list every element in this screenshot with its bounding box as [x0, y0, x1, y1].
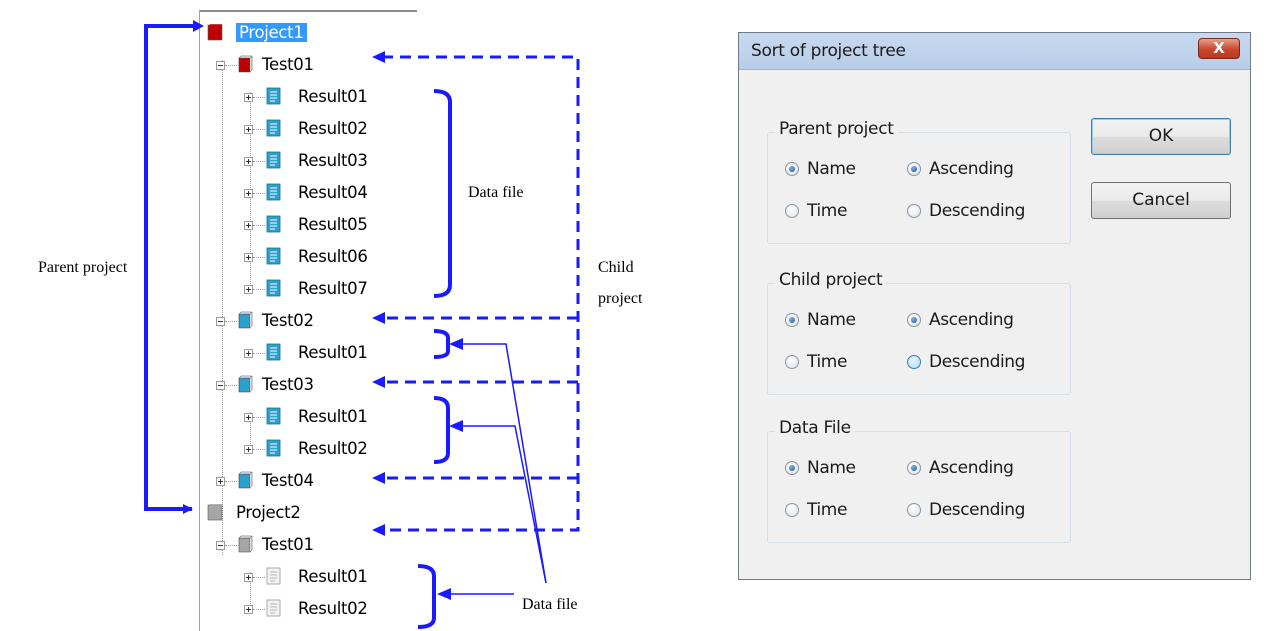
- child-project-annotation-line2: project: [598, 290, 643, 307]
- child-project-dashed-lines: [382, 55, 580, 532]
- radio-label: Time: [807, 500, 848, 520]
- radio-button-icon[interactable]: [907, 461, 921, 475]
- sort-group: [767, 431, 1071, 543]
- data-file-pointer-lines: [443, 343, 547, 595]
- ok-button[interactable]: OK: [1091, 118, 1231, 155]
- radio-descending[interactable]: Descending: [907, 201, 1025, 221]
- radio-label: Name: [807, 458, 856, 478]
- radio-button-icon[interactable]: [785, 204, 799, 218]
- radio-button-icon[interactable]: [907, 355, 921, 369]
- radio-time[interactable]: Time: [785, 201, 847, 221]
- child-project-arrowheads: [372, 51, 385, 536]
- radio-name[interactable]: Name: [785, 310, 856, 330]
- radio-ascending[interactable]: Ascending: [907, 310, 1014, 330]
- dialog-titlebar[interactable]: Sort of project tree X: [739, 33, 1250, 70]
- radio-label: Ascending: [929, 159, 1014, 179]
- parent-project-annotation: Parent project: [38, 259, 128, 276]
- radio-name[interactable]: Name: [785, 159, 856, 179]
- radio-label: Descending: [929, 352, 1026, 372]
- sort-group: [767, 132, 1071, 244]
- data-file-brackets: [417, 89, 452, 629]
- radio-button-icon[interactable]: [785, 162, 799, 176]
- dialog-title: Sort of project tree: [751, 41, 906, 61]
- radio-name[interactable]: Name: [785, 458, 856, 478]
- radio-button-icon[interactable]: [785, 355, 799, 369]
- radio-descending[interactable]: Descending: [907, 352, 1025, 372]
- radio-label: Time: [807, 352, 848, 372]
- radio-label: Time: [807, 201, 848, 221]
- radio-button-icon[interactable]: [907, 313, 921, 327]
- parent-project-bracket: [144, 24, 196, 514]
- radio-descending[interactable]: Descending: [907, 500, 1025, 520]
- data-file-annotation-top: Data file: [468, 184, 524, 201]
- radio-label: Ascending: [929, 310, 1014, 330]
- radio-label: Name: [807, 159, 856, 179]
- sort-group-title: Parent project: [775, 119, 898, 139]
- radio-button-icon[interactable]: [785, 461, 799, 475]
- radio-ascending[interactable]: Ascending: [907, 159, 1014, 179]
- radio-label: Descending: [929, 500, 1026, 520]
- close-icon: X: [1213, 39, 1225, 57]
- close-button[interactable]: X: [1198, 38, 1240, 59]
- data-file-pointer-heads: [437, 338, 463, 600]
- radio-label: Ascending: [929, 458, 1014, 478]
- radio-button-icon[interactable]: [907, 204, 921, 218]
- radio-time[interactable]: Time: [785, 500, 847, 520]
- radio-button-icon[interactable]: [907, 162, 921, 176]
- radio-button-icon[interactable]: [785, 503, 799, 517]
- cancel-button[interactable]: Cancel: [1091, 182, 1231, 219]
- radio-ascending[interactable]: Ascending: [907, 458, 1014, 478]
- radio-time[interactable]: Time: [785, 352, 847, 372]
- sort-dialog: Sort of project tree X OK Cancel Parent …: [738, 32, 1251, 580]
- sort-group: [767, 283, 1071, 395]
- radio-button-icon[interactable]: [785, 313, 799, 327]
- data-file-annotation-bottom: Data file: [522, 596, 578, 613]
- radio-label: Name: [807, 310, 856, 330]
- parent-project-top-arrowhead: [193, 20, 204, 32]
- radio-label: Descending: [929, 201, 1026, 221]
- radio-button-icon[interactable]: [907, 503, 921, 517]
- sort-group-title: Data File: [775, 418, 855, 438]
- child-project-annotation-line1: Child: [598, 259, 634, 276]
- sort-group-title: Child project: [775, 270, 887, 290]
